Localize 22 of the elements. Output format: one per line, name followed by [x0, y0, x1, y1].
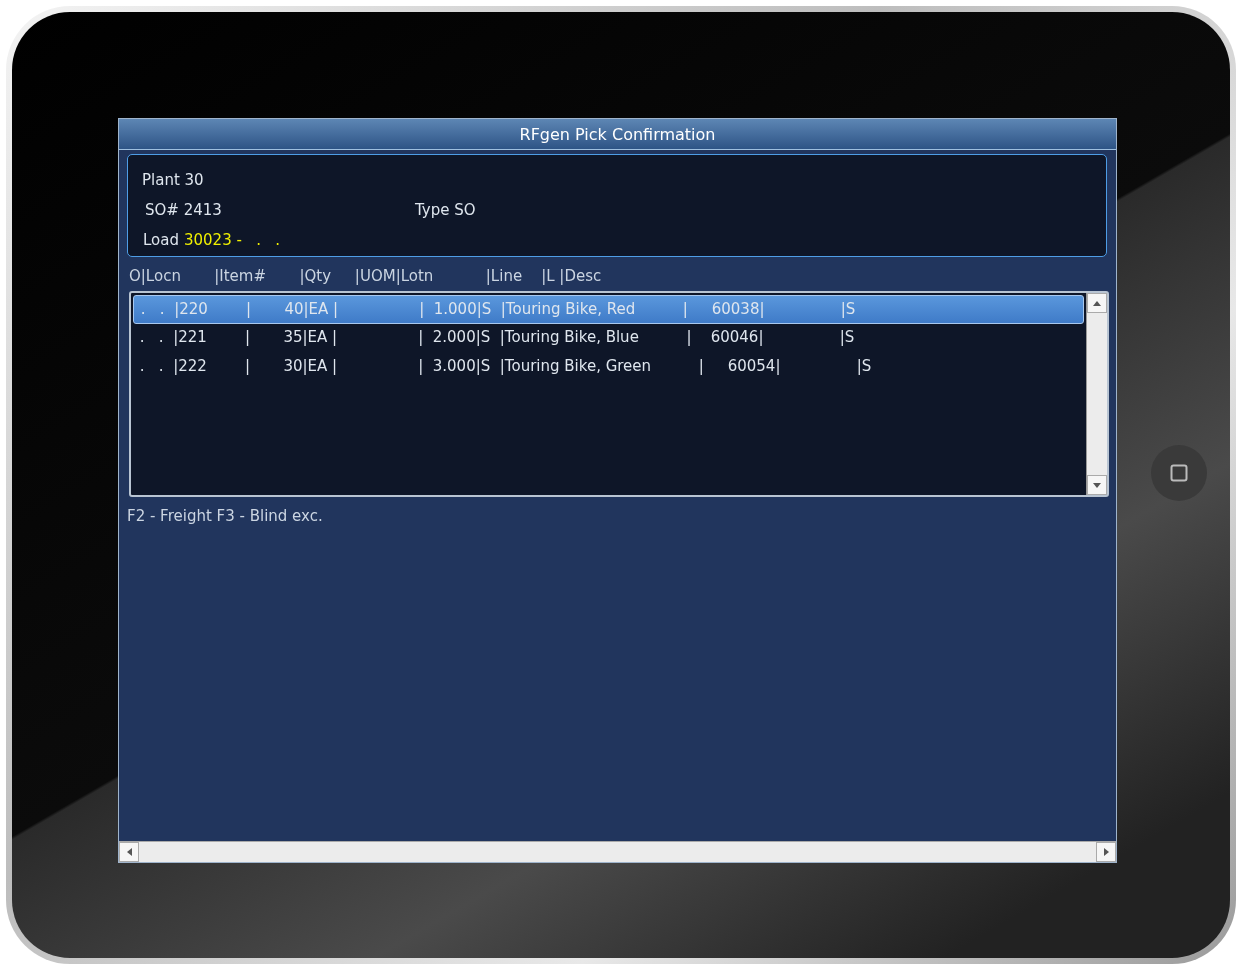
list-row[interactable]: . . |221 | 35|EA | | 2.000|S |Touring Bike, Blue | 60046| |S	[133, 324, 1084, 353]
so-number-text: SO# 2413	[145, 199, 223, 221]
list-row[interactable]: . . |222 | 30|EA | | 3.000|S |Touring Bike, Green | 60054| |S	[133, 353, 1084, 382]
scroll-right-button[interactable]	[1096, 842, 1116, 862]
scroll-up-button[interactable]	[1087, 293, 1107, 313]
square-icon	[1170, 464, 1188, 482]
column-header: O|Locn |Item# |Qty |UOM|Lotn |Line |L |Desc	[129, 266, 603, 287]
vertical-scrollbar[interactable]	[1086, 293, 1107, 495]
scroll-down-button[interactable]	[1087, 475, 1107, 495]
function-key-hint: F2 - Freight F3 - Blind exc.	[127, 506, 324, 527]
load-value: 30023 - . .	[184, 229, 281, 251]
right-arrow-icon	[1103, 848, 1109, 856]
scroll-left-button[interactable]	[119, 842, 139, 862]
window-title: RFgen Pick Confirmation	[119, 119, 1116, 150]
up-arrow-icon	[1093, 300, 1101, 306]
type-text: Type SO	[415, 199, 476, 221]
horizontal-scrollbar[interactable]	[119, 841, 1116, 862]
plant-text: Plant 30	[142, 169, 204, 191]
down-arrow-icon	[1093, 482, 1101, 488]
pick-list[interactable]: . . |220 | 40|EA | | 1.000|S |Touring Bike, Red | 60038| |S . . |221 | 35|EA | | 2.000|S |Touring Bike, Blue | 60046| |S . . |222 | 30|EA | | 3.000|S |Touring Bike, Green | 60054| |S	[129, 291, 1109, 497]
left-arrow-icon	[126, 848, 132, 856]
load-label: Load	[143, 229, 179, 251]
